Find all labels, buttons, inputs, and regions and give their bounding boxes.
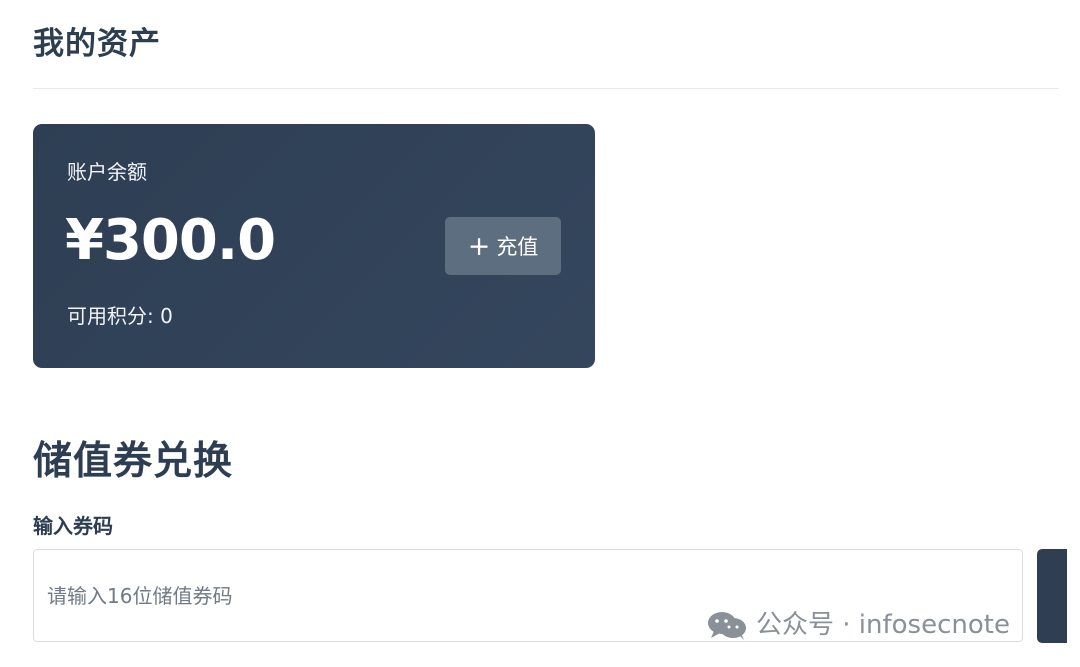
- recharge-button[interactable]: + 充值: [445, 217, 561, 275]
- title-divider: [33, 88, 1059, 89]
- recharge-button-label: 充值: [496, 235, 539, 259]
- voucher-code-label: 输入券码: [33, 514, 113, 538]
- voucher-redemption-title: 储值券兑换: [33, 439, 234, 484]
- page-title: 我的资产: [33, 26, 161, 62]
- balance-label: 账户余额: [67, 160, 147, 184]
- available-points: 可用积分: 0: [67, 304, 173, 328]
- balance-amount: ¥300.0: [65, 208, 276, 273]
- voucher-code-input[interactable]: [33, 549, 1023, 642]
- redeem-button-edge[interactable]: [1037, 549, 1067, 643]
- plus-icon: +: [467, 230, 491, 262]
- account-balance-card: 账户余额 ¥300.0 + 充值 可用积分: 0: [33, 124, 595, 368]
